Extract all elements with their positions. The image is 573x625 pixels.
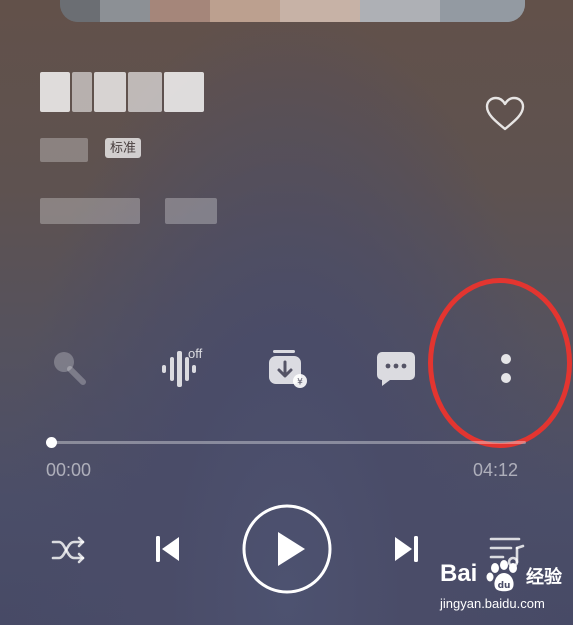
play-button[interactable]: [241, 503, 333, 595]
cover-pixel: [360, 0, 440, 22]
progress-track[interactable]: [52, 441, 526, 444]
shuffle-icon[interactable]: [48, 532, 90, 568]
progress-knob[interactable]: [46, 437, 57, 448]
annotation-circle: [428, 278, 572, 448]
baidu-watermark: Bai du 经验 jingyan.baidu.com: [440, 560, 573, 620]
heart-icon[interactable]: [484, 94, 526, 134]
cover-pixel: [440, 0, 525, 22]
play-icon: [242, 504, 332, 594]
total-time: 04:12: [473, 460, 519, 480]
paw-logo-icon: du: [486, 560, 517, 592]
current-time: 00:00: [46, 460, 92, 480]
comment-icon[interactable]: [374, 348, 418, 388]
watermark-brand: Bai: [440, 560, 478, 587]
svg-text:du: du: [498, 581, 511, 591]
cover-pixel: [280, 0, 360, 22]
cover-pixel: [150, 0, 210, 22]
microphone-icon[interactable]: [48, 348, 92, 388]
next-icon[interactable]: [390, 532, 424, 566]
effect-off-label: off: [188, 346, 203, 361]
watermark-suffix: 经验: [526, 567, 562, 587]
watermark-url: jingyan.baidu.com: [440, 596, 545, 611]
cover-pixel: [210, 0, 280, 22]
album-cover[interactable]: [60, 0, 525, 22]
cover-pixel: [100, 0, 150, 22]
cover-pixel: [60, 0, 100, 22]
quality-badge[interactable]: 标准: [105, 138, 142, 158]
paid-download-icon[interactable]: ¥: [266, 346, 310, 390]
previous-icon[interactable]: [150, 532, 184, 566]
svg-text:¥: ¥: [297, 378, 303, 388]
